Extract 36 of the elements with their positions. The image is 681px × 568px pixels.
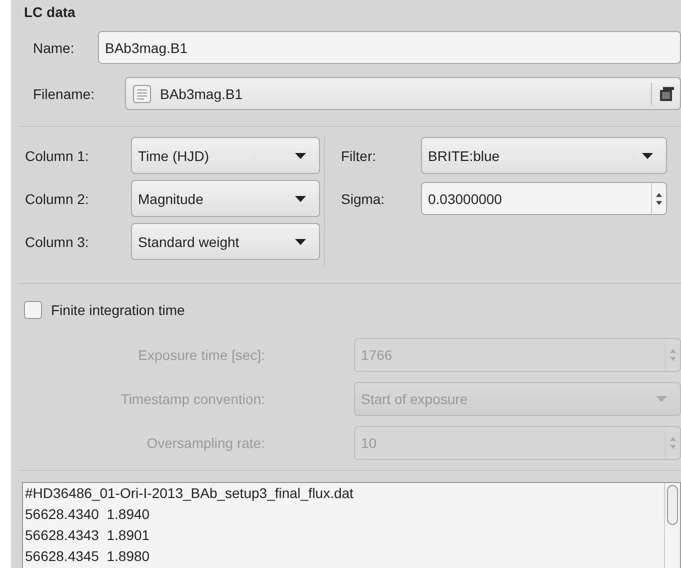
checkbox-label: Finite integration time <box>51 302 185 318</box>
field-label: Oversampling rate: <box>146 435 265 451</box>
field-label: Name: <box>33 40 76 56</box>
field-label: Filename: <box>33 86 96 102</box>
document-icon <box>132 84 152 104</box>
field-label: Column 3: <box>25 234 90 250</box>
field-label: Column 1: <box>25 148 90 164</box>
spin-arrows-icon <box>669 435 677 451</box>
text-line: 56628.4345 1.8980 <box>25 547 151 566</box>
field-label: Filter: <box>341 148 377 164</box>
caret-icon <box>295 238 306 244</box>
group-title: LC data <box>23 3 76 22</box>
sigma-spinbox[interactable]: 0.03000000 <box>421 182 667 215</box>
scrollbar-thumb[interactable] <box>667 485 678 525</box>
filter-dropdown[interactable]: BRITE:blue <box>421 137 667 174</box>
field-label: Exposure time [sec]: <box>137 347 265 363</box>
caret-icon <box>295 196 306 202</box>
checkbox[interactable] <box>24 301 42 319</box>
spin-arrows-icon <box>655 190 663 206</box>
column-dropdown[interactable]: Time (HJD) <box>131 137 320 174</box>
text-line: 56628.4340 1.8940 <box>25 505 151 524</box>
caret-icon <box>295 152 306 158</box>
column-dropdown[interactable]: Magnitude <box>131 180 320 217</box>
field-label: Column 2: <box>25 190 90 206</box>
field-label: Sigma: <box>341 190 386 206</box>
field-label: Timestamp convention: <box>120 391 265 407</box>
column-dropdown[interactable]: Standard weight <box>131 223 320 260</box>
caret-icon <box>656 396 667 402</box>
folder-icon[interactable] <box>660 86 674 100</box>
text-line: 56628.4343 1.8901 <box>25 526 151 545</box>
filename-field[interactable]: BAb3mag.B1 <box>125 77 681 110</box>
caret-icon <box>642 152 653 158</box>
spin-arrows-icon <box>669 347 677 363</box>
text-preview[interactable]: #HD36486_01-Ori-I-2013_BAb_setup3_final_flux.dat 56628.4340 1.8940 56628.4343 1.8901 56628.4345 1.8980 <box>22 482 681 568</box>
name-field[interactable]: BAb3mag.B1 <box>98 31 681 64</box>
text-line: #HD36486_01-Ori-I-2013_BAb_setup3_final_flux.dat <box>25 484 354 503</box>
